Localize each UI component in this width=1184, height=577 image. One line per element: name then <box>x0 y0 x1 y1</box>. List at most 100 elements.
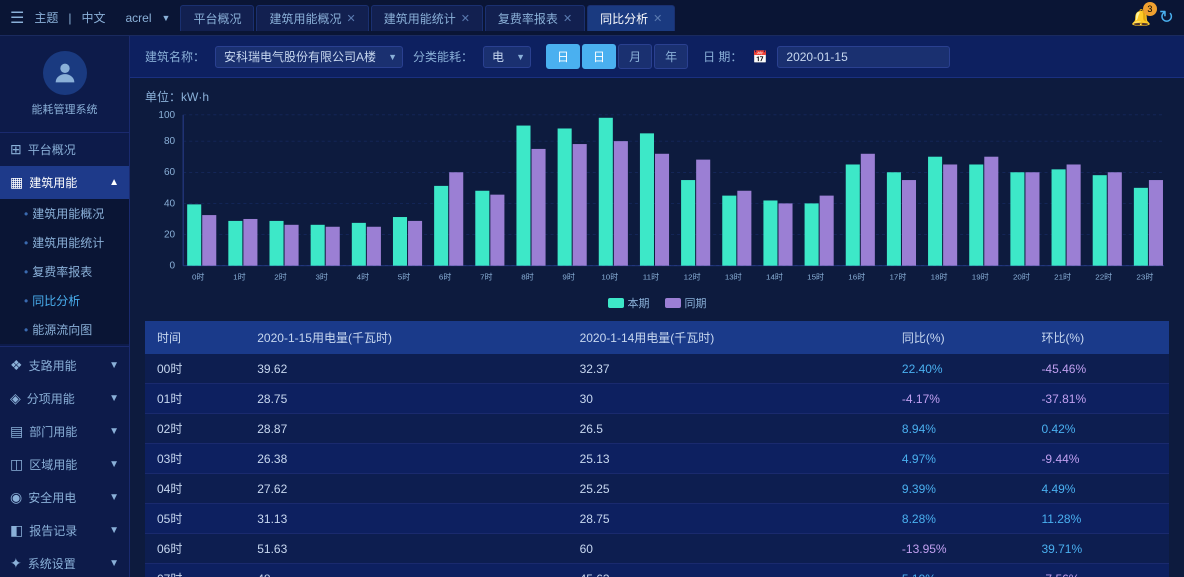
sidebar-sub-energy-flow[interactable]: 能源流向图 <box>0 315 129 344</box>
sidebar-item-report[interactable]: ◧ 报告记录 ▼ <box>0 514 129 547</box>
svg-text:6时: 6时 <box>439 271 452 281</box>
btn-day-label[interactable]: 日 <box>582 44 616 69</box>
svg-text:21时: 21时 <box>1054 271 1071 281</box>
svg-text:22时: 22时 <box>1095 271 1112 281</box>
cell-current: 31.13 <box>245 504 567 534</box>
cell-current: 26.38 <box>245 444 567 474</box>
category-icon: ◈ <box>10 390 21 407</box>
tab-building-overview[interactable]: 建筑用能概况 ✕ <box>256 5 368 31</box>
cell-yoy: -4.17% <box>890 384 1030 414</box>
bar-prev-16 <box>861 154 875 266</box>
close-tab-1[interactable]: ✕ <box>346 12 355 25</box>
sidebar-sub-rate[interactable]: 复费率报表 <box>0 257 129 286</box>
bar-current-0 <box>187 204 201 265</box>
btn-month[interactable]: 月 <box>618 44 652 69</box>
bar-current-23 <box>1134 188 1148 266</box>
bar-prev-14 <box>778 203 792 265</box>
sidebar-item-settings[interactable]: ✦ 系统设置 ▼ <box>0 547 129 577</box>
legend-current-label: 本期 <box>628 295 650 311</box>
th-previous: 2020-1-14用电量(千瓦时) <box>568 321 890 354</box>
cell-time: 03时 <box>145 444 245 474</box>
sidebar-sub-stats[interactable]: 建筑用能统计 <box>0 228 129 257</box>
svg-text:15时: 15时 <box>807 271 824 281</box>
tab-building-stats[interactable]: 建筑用能统计 ✕ <box>371 5 483 31</box>
bar-prev-7 <box>490 195 504 266</box>
tab-rate-report[interactable]: 复费率报表 ✕ <box>485 5 585 31</box>
settings-icon: ✦ <box>10 555 22 572</box>
sidebar-item-region[interactable]: ◫ 区域用能 ▼ <box>0 448 129 481</box>
table-header-row: 时间 2020-1-15用电量(千瓦时) 2020-1-14用电量(千瓦时) 同… <box>145 321 1169 354</box>
tab-platform[interactable]: 平台概况 <box>180 5 254 31</box>
sidebar-sub-yoy[interactable]: 同比分析 <box>0 286 129 315</box>
svg-text:14时: 14时 <box>766 271 783 281</box>
th-time: 时间 <box>145 321 245 354</box>
refresh-icon[interactable]: ↻ <box>1159 7 1174 28</box>
bar-prev-2 <box>285 225 299 266</box>
close-tab-2[interactable]: ✕ <box>461 12 470 25</box>
bar-prev-18 <box>943 164 957 265</box>
category-select-wrap: 电 <box>483 46 531 68</box>
sidebar-sub-building: 建筑用能概况 建筑用能统计 复费率报表 同比分析 能源流向图 <box>0 199 129 344</box>
cell-previous: 25.25 <box>568 474 890 504</box>
table-area: 时间 2020-1-15用电量(千瓦时) 2020-1-14用电量(千瓦时) 同… <box>130 321 1184 577</box>
cell-yoy: 8.28% <box>890 504 1030 534</box>
th-yoy: 同比(%) <box>890 321 1030 354</box>
svg-text:9时: 9时 <box>562 271 575 281</box>
bar-current-14 <box>763 200 777 265</box>
table-row: 06时 51.63 60 -13.95% 39.71% <box>145 534 1169 564</box>
hamburger-icon[interactable]: ☰ <box>10 8 24 28</box>
bar-current-7 <box>475 191 489 266</box>
sub-energy-flow-label: 能源流向图 <box>32 321 92 338</box>
close-tab-4[interactable]: ✕ <box>653 12 662 25</box>
user-arrow[interactable]: ▼ <box>162 13 171 23</box>
close-tab-3[interactable]: ✕ <box>563 12 572 25</box>
category-label: 分类能耗： <box>413 48 473 65</box>
dept-arrow: ▼ <box>109 426 119 437</box>
calendar-icon: 📅 <box>752 50 767 64</box>
bar-prev-21 <box>1067 164 1081 265</box>
svg-text:0时: 0时 <box>192 271 205 281</box>
cell-qoq: 39.71% <box>1029 534 1169 564</box>
btn-year[interactable]: 年 <box>654 44 688 69</box>
sidebar-item-dept[interactable]: ▤ 部门用能 ▼ <box>0 415 129 448</box>
sidebar-sub-overview[interactable]: 建筑用能概况 <box>0 199 129 228</box>
sidebar-label-safety: 安全用电 <box>28 489 76 506</box>
sidebar-item-platform[interactable]: ⊞ 平台概况 <box>0 133 129 166</box>
svg-text:5时: 5时 <box>398 271 411 281</box>
btn-day[interactable]: 日 <box>546 44 580 69</box>
bar-current-6 <box>434 186 448 266</box>
cell-current: 28.87 <box>245 414 567 444</box>
cell-time: 02时 <box>145 414 245 444</box>
user-label: acrel <box>126 11 152 25</box>
bell-badge: 3 <box>1143 2 1157 16</box>
svg-text:20时: 20时 <box>1013 271 1030 281</box>
cell-time: 06时 <box>145 534 245 564</box>
building-select[interactable]: 安科瑞电气股份有限公司A楼 <box>215 46 403 68</box>
platform-icon: ⊞ <box>10 141 22 158</box>
bar-current-16 <box>846 164 860 265</box>
tabs-container: 平台概况 建筑用能概况 ✕ 建筑用能统计 ✕ 复费率报表 ✕ 同比分析 ✕ <box>180 5 1131 31</box>
svg-text:17时: 17时 <box>889 271 906 281</box>
bar-current-3 <box>311 225 325 266</box>
sidebar-item-category[interactable]: ◈ 分项用能 ▼ <box>0 382 129 415</box>
safety-arrow: ▼ <box>109 492 119 503</box>
category-arrow: ▼ <box>109 393 119 404</box>
bar-prev-6 <box>449 172 463 265</box>
sidebar-item-safety[interactable]: ◉ 安全用电 ▼ <box>0 481 129 514</box>
table-row: 00时 39.62 32.37 22.40% -45.46% <box>145 354 1169 384</box>
bar-prev-22 <box>1108 172 1122 265</box>
sidebar-label-settings: 系统设置 <box>28 555 76 572</box>
tab-yoy-analysis[interactable]: 同比分析 ✕ <box>587 5 675 31</box>
date-label: 日 期： <box>703 48 742 65</box>
table-row: 05时 31.13 28.75 8.28% 11.28% <box>145 504 1169 534</box>
category-select[interactable]: 电 <box>483 46 531 68</box>
sidebar-item-branch[interactable]: ❖ 支路用能 ▼ <box>0 349 129 382</box>
cell-time: 00时 <box>145 354 245 384</box>
sidebar-item-building[interactable]: ▦ 建筑用能 ▲ <box>0 166 129 199</box>
chart-container: 0 20 40 60 80 100 0时 <box>145 110 1169 290</box>
sidebar-label-category: 分项用能 <box>27 390 75 407</box>
bar-prev-9 <box>573 144 587 266</box>
bar-current-22 <box>1093 175 1107 265</box>
bar-prev-3 <box>326 227 340 266</box>
date-input[interactable] <box>777 46 950 68</box>
